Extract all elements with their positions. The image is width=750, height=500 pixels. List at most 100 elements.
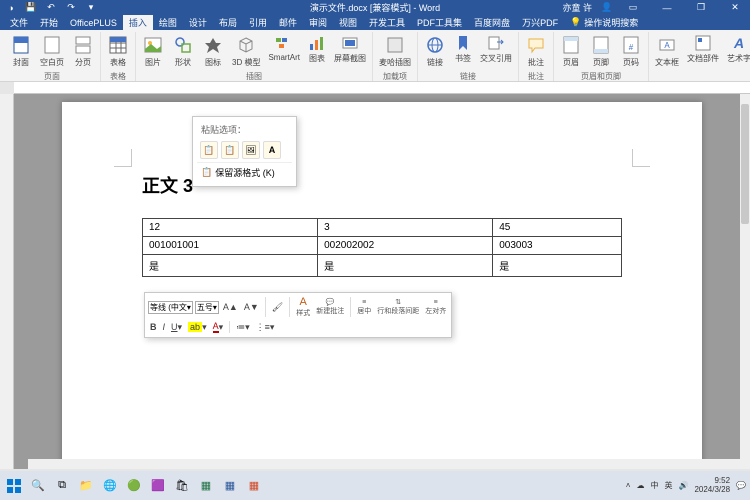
mini-bullets-icon[interactable]: ≔▾ (234, 321, 252, 334)
menu-pdf-tools[interactable]: PDF工具集 (411, 15, 468, 30)
tray-volume-icon[interactable]: 🔊 (678, 481, 688, 490)
horizontal-scrollbar[interactable] (28, 459, 740, 469)
maximize-button[interactable]: ❐ (686, 0, 716, 15)
autosave-icon[interactable]: ◑ (4, 1, 18, 15)
menu-developer[interactable]: 开发工具 (363, 15, 411, 30)
paste-keep-source-icon[interactable]: 📋 (200, 141, 218, 159)
shapes-button[interactable]: 形状 (169, 32, 197, 70)
menu-insert[interactable]: 插入 (123, 15, 153, 30)
screenshot-button[interactable]: 屏幕截图 (331, 32, 369, 70)
page-break-button[interactable]: 分页 (69, 32, 97, 70)
mini-bold-icon[interactable]: B (148, 321, 159, 333)
tell-me[interactable]: 💡操作说明搜索 (564, 15, 644, 30)
user-name[interactable]: 亦童 许 (562, 1, 596, 14)
minimize-button[interactable]: — (652, 0, 682, 15)
tray-chevron-icon[interactable]: ˄ (626, 481, 631, 490)
menu-mailings[interactable]: 邮件 (273, 15, 303, 30)
close-button[interactable]: ✕ (720, 0, 750, 15)
mini-font-color-icon[interactable]: A▾ (211, 320, 226, 334)
vertical-scrollbar[interactable] (740, 94, 750, 469)
mini-spacing-button[interactable]: ⇅行和段落间距 (375, 298, 421, 316)
menu-draw[interactable]: 绘图 (153, 15, 183, 30)
mini-shrink-font-icon[interactable]: A▼ (242, 301, 261, 313)
comment-button[interactable]: 批注 (522, 32, 550, 70)
pictures-button[interactable]: 图片 (139, 32, 167, 70)
table-row: 001001001002002002003003 (143, 237, 622, 255)
menu-file[interactable]: 文件 (4, 15, 34, 30)
task-app1-icon[interactable]: 🟪 (148, 476, 168, 496)
tray-onedrive-icon[interactable]: ☁ (636, 481, 644, 490)
menu-design[interactable]: 设计 (183, 15, 213, 30)
mini-highlight-icon[interactable]: ab▾ (186, 321, 209, 334)
icons-button[interactable]: 图标 (199, 32, 227, 70)
blank-page-button[interactable]: 空白页 (37, 32, 67, 70)
paste-text-icon[interactable]: A (263, 141, 281, 159)
user-avatar-icon[interactable]: 👤 (600, 1, 614, 15)
footer-button[interactable]: 页脚 (587, 32, 615, 70)
mini-center-button[interactable]: ≡居中 (355, 299, 373, 316)
menu-wanxing[interactable]: 万兴PDF (516, 15, 564, 30)
crossref-button[interactable]: 交叉引用 (477, 32, 515, 70)
task-ppt-icon[interactable]: ▦ (244, 476, 264, 496)
ribbon-group-links: 链接 书签 交叉引用 链接 (418, 32, 519, 81)
paste-picture-icon[interactable]: 🖼 (242, 141, 260, 159)
mini-align-left-button[interactable]: ≡左对齐 (423, 299, 448, 316)
document-canvas[interactable]: 粘贴选项： 📋 📋 🖼 A 📋保留源格式 (K) 正文 3 12345 0010… (14, 94, 750, 469)
paste-keep-source-option[interactable]: 📋保留源格式 (K) (197, 162, 292, 182)
task-word-icon[interactable]: ▦ (220, 476, 240, 496)
3d-models-button[interactable]: 3D 模型 (229, 32, 263, 70)
header-button[interactable]: 页眉 (557, 32, 585, 70)
menu-layout[interactable]: 布局 (213, 15, 243, 30)
menu-references[interactable]: 引用 (243, 15, 273, 30)
taskview-icon[interactable]: ⧉ (52, 476, 72, 496)
document-table[interactable]: 12345 001001001002002002003003 是是是 (142, 218, 622, 277)
addin-button[interactable]: 麦哈插图 (376, 32, 414, 70)
mini-styles-button[interactable]: A样式 (294, 296, 312, 318)
ribbon-group-tables: 表格 表格 (101, 32, 136, 81)
mini-size-select[interactable]: 五号▾ (195, 301, 219, 314)
vertical-ruler[interactable] (0, 94, 14, 469)
save-icon[interactable]: 💾 (24, 1, 38, 15)
paste-options-popup: 粘贴选项： 📋 📋 🖼 A 📋保留源格式 (K) (192, 116, 297, 187)
mini-italic-icon[interactable]: I (161, 321, 168, 333)
table-button[interactable]: 表格 (104, 32, 132, 70)
link-button[interactable]: 链接 (421, 32, 449, 70)
paste-merge-icon[interactable]: 📋 (221, 141, 239, 159)
tray-notifications-icon[interactable]: 💬 (736, 481, 746, 490)
mini-underline-icon[interactable]: U▾ (169, 321, 184, 334)
menu-view[interactable]: 视图 (333, 15, 363, 30)
cover-page-button[interactable]: 封面 (7, 32, 35, 70)
redo-icon[interactable]: ↷ (64, 1, 78, 15)
scrollbar-thumb[interactable] (741, 104, 749, 224)
ribbon-options-icon[interactable]: ▭ (618, 0, 648, 15)
pagenum-button[interactable]: #页码 (617, 32, 645, 70)
mini-new-comment-button[interactable]: 💬新建批注 (314, 298, 346, 316)
mini-font-select[interactable]: 等线 (中文▾ (148, 301, 193, 314)
menu-home[interactable]: 开始 (34, 15, 64, 30)
mini-grow-font-icon[interactable]: A▲ (221, 301, 240, 313)
bookmark-button[interactable]: 书签 (451, 32, 475, 70)
window-title: 演示文件.docx [兼容模式] - Word (310, 1, 440, 14)
menu-officeplus[interactable]: OfficePLUS (64, 15, 123, 30)
task-explorer-icon[interactable]: 📁 (76, 476, 96, 496)
mini-format-painter-icon[interactable]: 🖌 (270, 301, 285, 314)
smartart-button[interactable]: SmartArt (265, 32, 303, 70)
task-edge-icon[interactable]: 🌐 (100, 476, 120, 496)
start-button[interactable] (4, 476, 24, 496)
menu-baidu[interactable]: 百度网盘 (468, 15, 516, 30)
menu-review[interactable]: 审阅 (303, 15, 333, 30)
tray-clock[interactable]: 9:522024/3/28 (694, 477, 730, 495)
tray-ime2[interactable]: 英 (664, 480, 672, 491)
page[interactable]: 粘贴选项： 📋 📋 🖼 A 📋保留源格式 (K) 正文 3 12345 0010… (62, 102, 702, 469)
task-search-icon[interactable]: 🔍 (28, 476, 48, 496)
qa-dropdown-icon[interactable]: ▾ (84, 1, 98, 15)
chart-button[interactable]: 图表 (305, 32, 329, 70)
tray-ime1[interactable]: 中 (650, 480, 658, 491)
horizontal-ruler[interactable] (14, 82, 750, 94)
task-chrome-icon[interactable]: 🟢 (124, 476, 144, 496)
undo-icon[interactable]: ↶ (44, 1, 58, 15)
workspace: 粘贴选项： 📋 📋 🖼 A 📋保留源格式 (K) 正文 3 12345 0010… (0, 94, 750, 469)
task-store-icon[interactable]: 🛍 (172, 476, 192, 496)
task-excel-icon[interactable]: ▦ (196, 476, 216, 496)
mini-numbering-icon[interactable]: ⋮≡▾ (254, 321, 277, 334)
